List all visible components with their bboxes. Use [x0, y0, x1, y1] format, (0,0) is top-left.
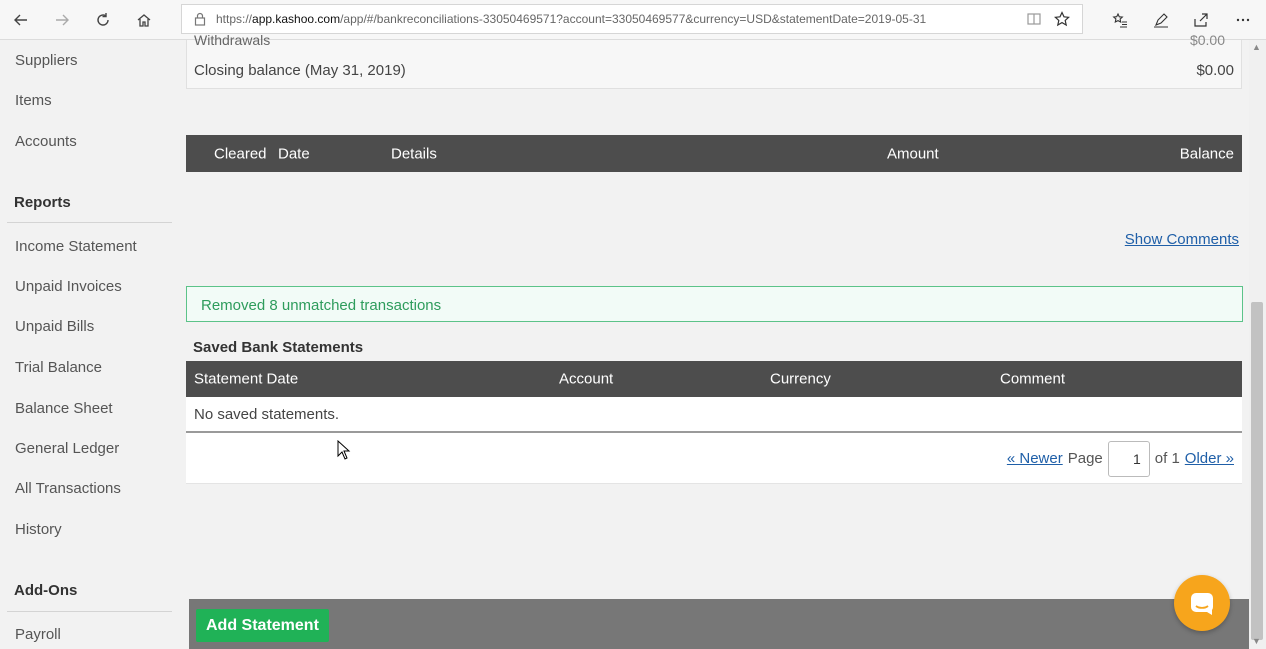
sidebar-item-income-statement[interactable]: Income Statement [15, 238, 137, 255]
add-statement-button[interactable]: Add Statement [196, 609, 329, 642]
bottom-action-bar: Add Statement [189, 599, 1249, 649]
chat-launcher-button[interactable] [1174, 575, 1230, 631]
page-scrollbar[interactable]: ▲ ▼ [1249, 40, 1266, 649]
sidebar-item-balance-sheet[interactable]: Balance Sheet [15, 400, 113, 417]
url-text: https://app.kashoo.com/app/#/bankreconci… [216, 12, 1026, 26]
sidebar-item-unpaid-bills[interactable]: Unpaid Bills [15, 318, 94, 335]
page-label: Page [1067, 450, 1103, 467]
sidebar-item-trial-balance[interactable]: Trial Balance [15, 359, 102, 376]
column-cleared[interactable]: Cleared [214, 145, 267, 162]
withdrawals-value: $0.00 [1189, 32, 1225, 48]
back-icon[interactable] [8, 8, 34, 32]
url-prefix: https:// [216, 12, 253, 26]
refresh-icon[interactable] [90, 8, 116, 32]
url-path: /app/#/bankreconciliations-33050469571?a… [340, 12, 927, 26]
closing-balance-row: Withdrawals $0.00 Closing balance (May 3… [186, 32, 1242, 89]
favorite-star-icon[interactable] [1054, 11, 1070, 27]
withdrawals-label: Withdrawals [194, 32, 271, 48]
lock-icon [194, 12, 206, 26]
home-icon[interactable] [131, 8, 157, 32]
favorites-list-icon[interactable] [1107, 8, 1133, 32]
sidebar-item-all-transactions[interactable]: All Transactions [15, 480, 121, 497]
saved-statements-title: Saved Bank Statements [193, 339, 364, 356]
closing-balance-value: $0.00 [1196, 62, 1234, 79]
success-alert: Removed 8 unmatched transactions [186, 286, 1243, 322]
chat-icon [1191, 593, 1213, 615]
browser-toolbar: https://app.kashoo.com/app/#/bankreconci… [0, 0, 1266, 40]
sidebar-divider [7, 611, 172, 612]
column-balance[interactable]: Balance [1180, 145, 1234, 162]
scroll-up-icon[interactable]: ▲ [1252, 42, 1261, 52]
sidebar-item-general-ledger[interactable]: General Ledger [15, 440, 119, 457]
address-bar[interactable]: https://app.kashoo.com/app/#/bankreconci… [181, 4, 1083, 34]
closing-balance-label: Closing balance (May 31, 2019) [194, 62, 406, 79]
empty-statements-row: No saved statements. [186, 397, 1242, 433]
show-comments-link[interactable]: Show Comments [1125, 231, 1239, 248]
sidebar-item-accounts[interactable]: Accounts [15, 133, 77, 150]
sidebar-item-payroll[interactable]: Payroll [15, 626, 61, 643]
scroll-thumb[interactable] [1251, 302, 1263, 640]
column-amount[interactable]: Amount [887, 145, 939, 162]
mouse-cursor-icon [337, 440, 351, 460]
pagination: « Newer Page of 1 Older » [1007, 440, 1234, 477]
sidebar-item-unpaid-invoices[interactable]: Unpaid Invoices [15, 278, 122, 295]
forward-icon[interactable] [49, 8, 75, 32]
alert-message: Removed 8 unmatched transactions [201, 297, 442, 314]
sidebar-divider [7, 222, 172, 223]
older-page-link[interactable]: Older » [1185, 450, 1234, 467]
sidebar: Suppliers Items Accounts Reports Income … [0, 40, 186, 649]
newer-page-link[interactable]: « Newer [1007, 450, 1063, 467]
url-domain: app.kashoo.com [252, 12, 341, 26]
sidebar-heading-reports: Reports [14, 194, 71, 211]
sidebar-item-suppliers[interactable]: Suppliers [15, 52, 78, 69]
page-number-input[interactable] [1107, 440, 1150, 477]
transactions-table-header: Cleared Date Details Amount Balance [186, 135, 1242, 172]
column-currency[interactable]: Currency [770, 371, 831, 388]
scroll-down-icon[interactable]: ▼ [1252, 636, 1261, 646]
share-icon[interactable] [1188, 8, 1214, 32]
sidebar-item-items[interactable]: Items [15, 92, 52, 109]
column-statement-date[interactable]: Statement Date [194, 371, 298, 388]
pen-notes-icon[interactable] [1148, 8, 1174, 32]
column-date[interactable]: Date [278, 145, 310, 162]
column-details[interactable]: Details [391, 145, 437, 162]
empty-message: No saved statements. [194, 406, 340, 423]
column-account[interactable]: Account [559, 371, 613, 388]
column-comment[interactable]: Comment [1000, 371, 1065, 388]
saved-statements-header: Statement Date Account Currency Comment [186, 361, 1242, 397]
sidebar-heading-addons: Add-Ons [14, 582, 78, 599]
page-of-label: of 1 [1154, 450, 1180, 467]
reading-view-icon[interactable] [1026, 11, 1042, 27]
more-options-icon[interactable] [1230, 8, 1256, 32]
sidebar-item-history[interactable]: History [15, 521, 62, 538]
